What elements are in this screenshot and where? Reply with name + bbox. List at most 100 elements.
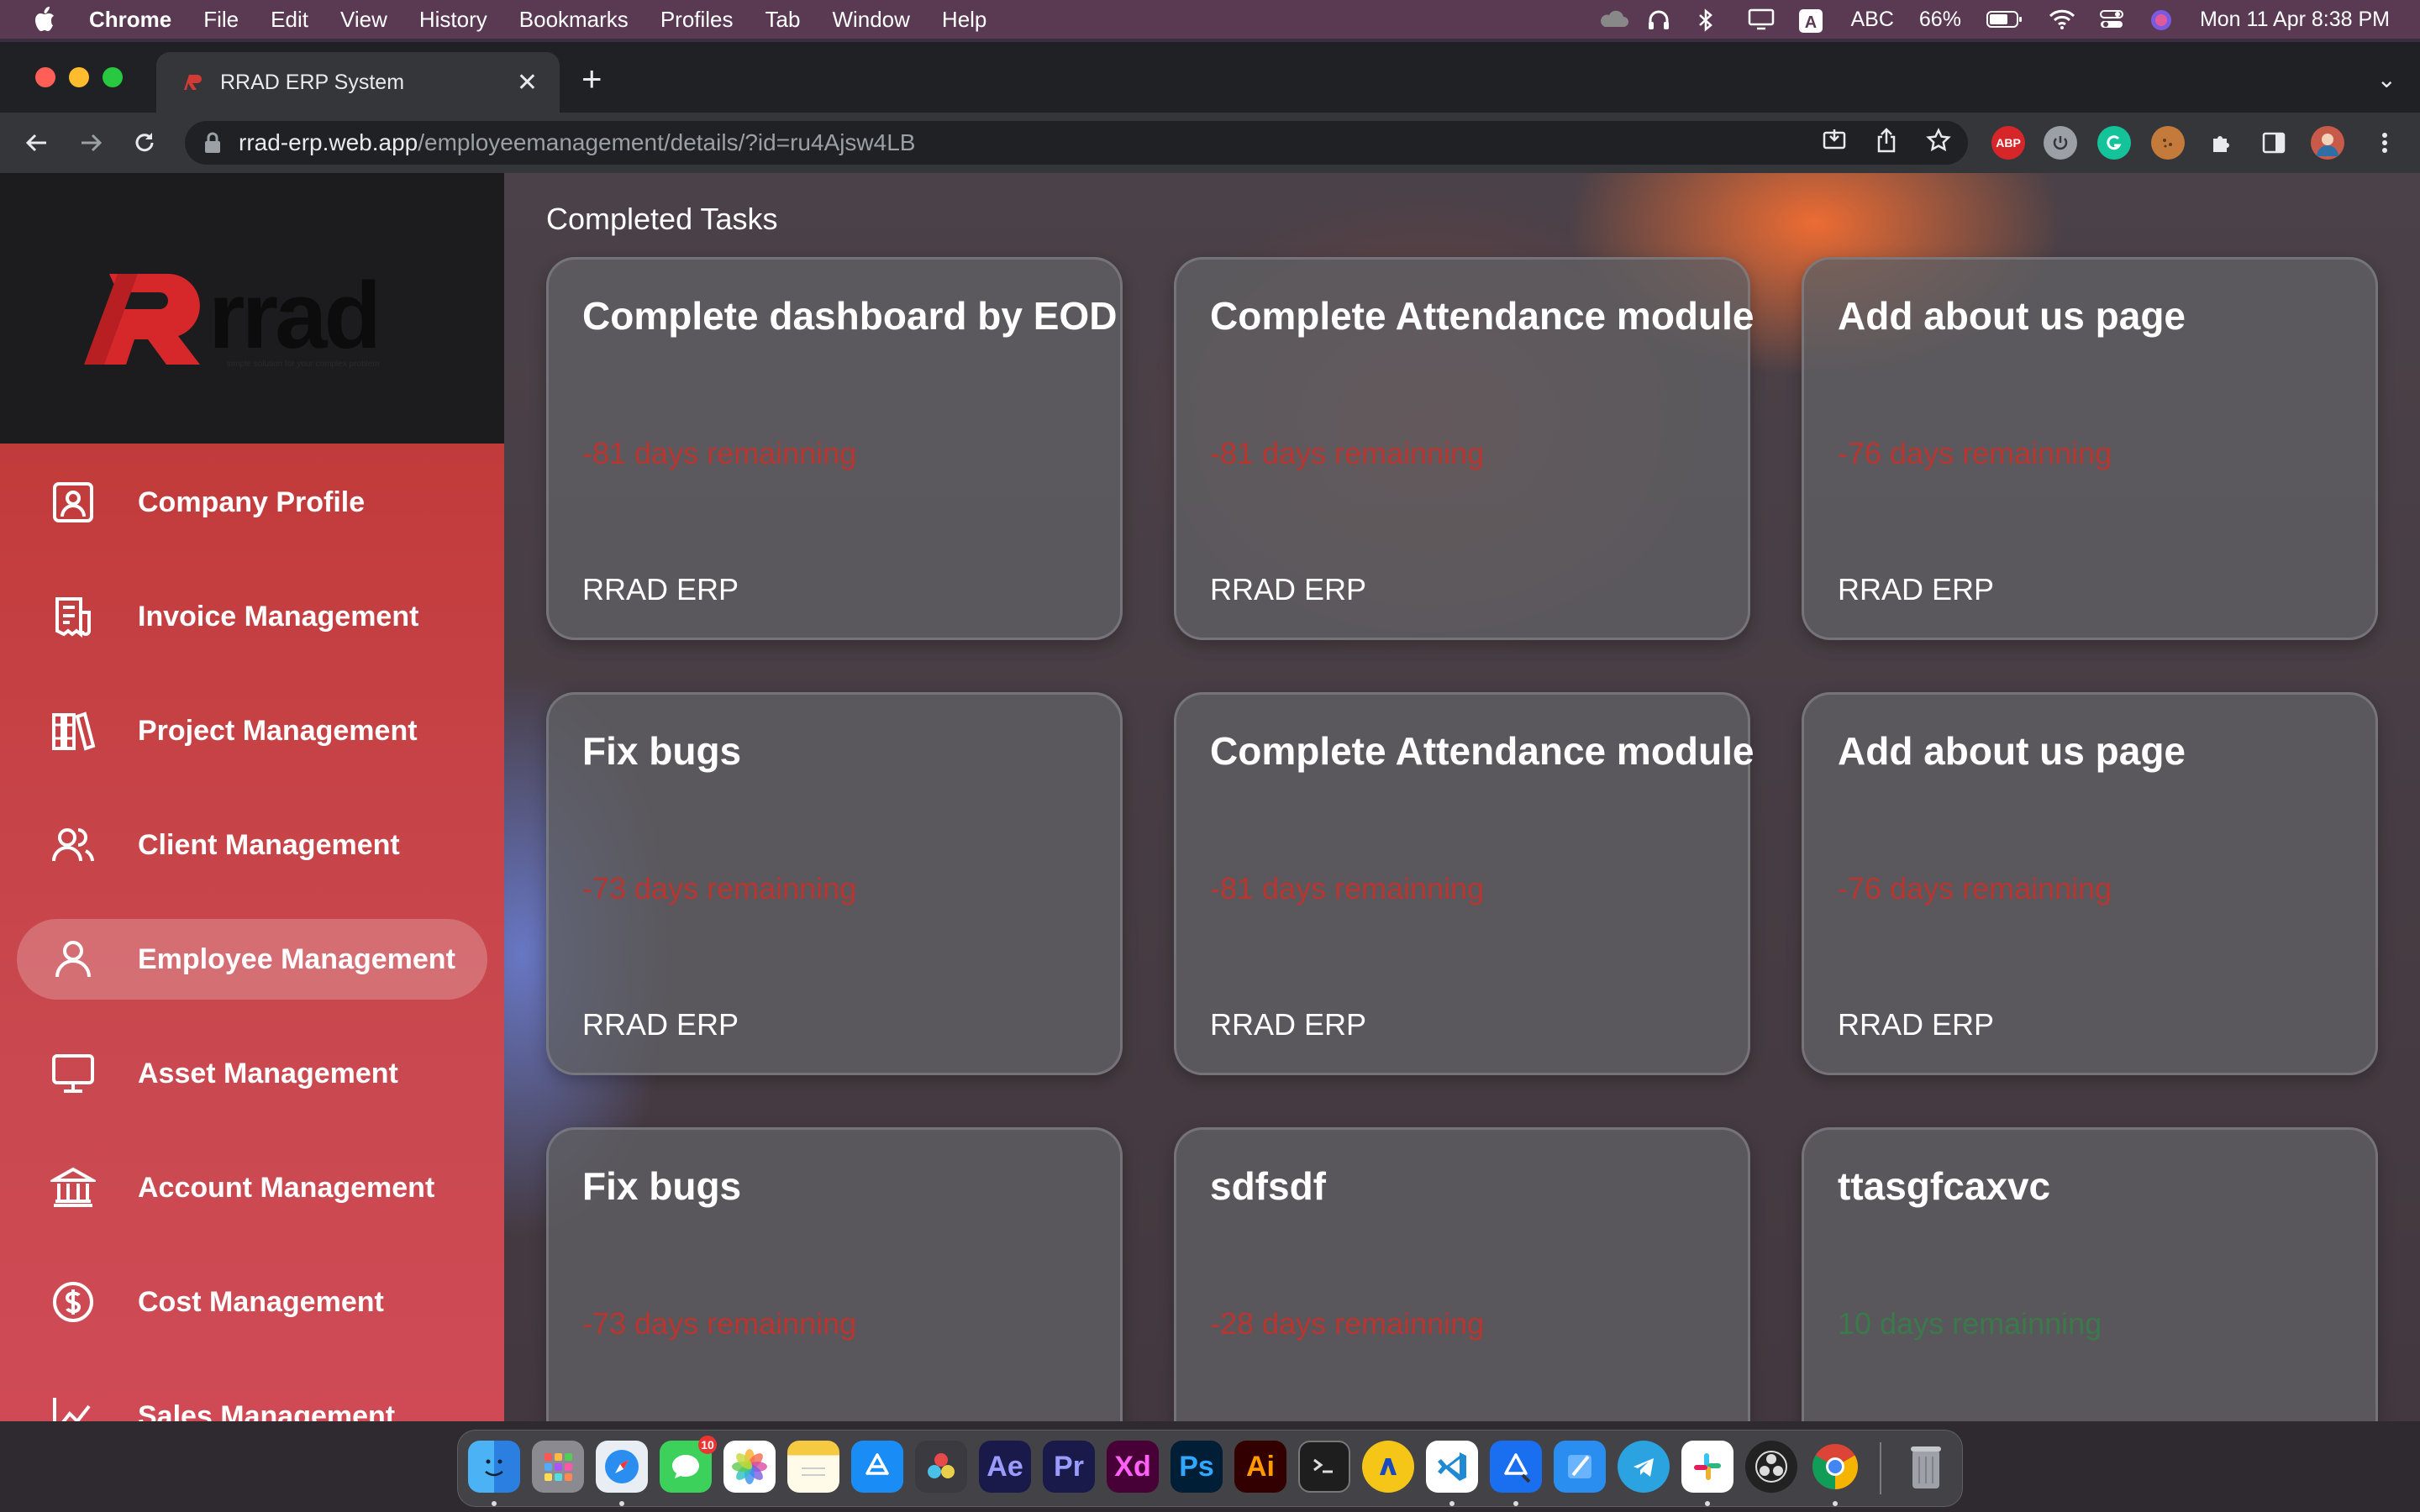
cookie-extension-icon[interactable] <box>2151 126 2185 160</box>
menu-tab[interactable]: Tab <box>765 7 801 33</box>
wifi-icon[interactable] <box>2049 8 2075 30</box>
task-days-remaining: -73 days remainning <box>582 1306 857 1341</box>
rrad-logo[interactable]: rrad simple solution for your complex pr… <box>84 257 454 375</box>
tab-close-icon[interactable]: ✕ <box>517 68 538 97</box>
task-project: RRAD ERP <box>1838 572 1995 606</box>
sidebar-item-asset-management[interactable]: Asset Management <box>17 1033 487 1114</box>
lock-icon[interactable] <box>203 132 222 154</box>
task-card[interactable]: Complete Attendance module -81 days rema… <box>1174 257 1754 640</box>
display-icon[interactable] <box>1748 8 1775 30</box>
menu-bookmarks[interactable]: Bookmarks <box>519 7 629 33</box>
notes-icon[interactable] <box>787 1441 839 1493</box>
telegram-icon[interactable] <box>1618 1441 1670 1493</box>
grammarly-icon[interactable] <box>2097 126 2131 160</box>
battery-percent: 66% <box>1918 7 1961 31</box>
menu-edit[interactable]: Edit <box>271 7 308 33</box>
profile-card-icon <box>53 482 93 522</box>
mail-fetch-icon[interactable] <box>1362 1441 1414 1493</box>
obs-icon[interactable] <box>1745 1441 1797 1493</box>
after-effects-icon[interactable]: Ae <box>979 1441 1031 1493</box>
install-app-icon[interactable] <box>1822 128 1847 159</box>
task-card[interactable]: sdfsdf -28 days remainning <box>1174 1127 1750 1421</box>
task-card[interactable]: Add about us page -76 days remainning RR… <box>1802 692 2378 1075</box>
menu-window[interactable]: Window <box>832 7 909 33</box>
extensions-puzzle-icon[interactable] <box>2205 126 2238 160</box>
menu-view[interactable]: View <box>340 7 387 33</box>
menu-help[interactable]: Help <box>942 7 986 33</box>
bookmark-star-icon[interactable] <box>1926 127 1951 159</box>
sidebar-item-client-management[interactable]: Client Management <box>17 805 487 885</box>
share-icon[interactable] <box>1876 127 1897 159</box>
siri-icon[interactable] <box>2149 8 2175 30</box>
photoshop-icon[interactable]: Ps <box>1171 1441 1223 1493</box>
task-title: Add about us page <box>1838 729 2186 773</box>
sidebar-item-invoice-management[interactable]: Invoice Management <box>17 576 487 657</box>
xcode-icon[interactable] <box>1554 1441 1606 1493</box>
finder-icon[interactable] <box>468 1441 520 1493</box>
launchpad-icon[interactable] <box>532 1441 584 1493</box>
task-card[interactable]: Add about us page -76 days remainning RR… <box>1802 257 2378 640</box>
vscode-icon[interactable] <box>1426 1441 1478 1493</box>
sidebar-item-account-management[interactable]: Account Management <box>17 1147 487 1228</box>
task-card[interactable]: Fix bugs -73 days remainning <box>546 1127 1123 1421</box>
sidebar-item-company-profile[interactable]: Company Profile <box>17 462 487 543</box>
terminal-icon[interactable] <box>1298 1441 1350 1493</box>
control-center-icon[interactable] <box>2099 8 2124 30</box>
menu-profiles[interactable]: Profiles <box>660 7 734 33</box>
window-minimize-button[interactable] <box>69 67 89 87</box>
menu-history[interactable]: History <box>419 7 487 33</box>
tab-rrad-erp[interactable]: RRAD ERP System ✕ <box>156 52 560 113</box>
task-title: Complete Attendance module <box>1210 294 1754 338</box>
safari-icon[interactable] <box>596 1441 648 1493</box>
sidebar-item-project-management[interactable]: Project Management <box>17 690 487 771</box>
bluetooth-icon[interactable] <box>1697 8 1723 32</box>
task-card[interactable]: Complete dashboard by EOD -81 days remai… <box>546 257 1123 640</box>
sidebar-item-label: Cost Management <box>138 1285 384 1318</box>
input-source-label[interactable]: ABC <box>1850 8 1893 32</box>
forward-button[interactable] <box>74 126 108 160</box>
side-panel-icon[interactable] <box>2257 126 2291 160</box>
address-bar[interactable]: rrad-erp.web.app /employeemanagement/det… <box>185 121 1968 165</box>
menubar-datetime[interactable]: Mon 11 Apr 8:38 PM <box>2200 8 2390 32</box>
adblock-plus-icon[interactable]: ABP <box>1991 126 2025 160</box>
back-button[interactable] <box>20 126 54 160</box>
slack-icon[interactable] <box>1681 1441 1733 1493</box>
menu-file[interactable]: File <box>203 7 239 33</box>
reload-button[interactable] <box>128 126 161 160</box>
task-project: RRAD ERP <box>1210 1007 1367 1042</box>
premiere-pro-icon[interactable]: Pr <box>1043 1441 1095 1493</box>
power-extension-icon[interactable] <box>2044 126 2077 160</box>
cloud-icon[interactable] <box>1597 8 1629 30</box>
apple-icon[interactable] <box>30 5 59 34</box>
tab-search-chevron-icon[interactable]: ⌄ <box>2377 66 2396 93</box>
task-title: ttasgfcaxvc <box>1838 1164 2051 1208</box>
window-close-button[interactable] <box>35 67 55 87</box>
new-tab-button[interactable]: + <box>581 59 602 99</box>
headphones-icon[interactable] <box>1647 8 1672 30</box>
browser-tab-strip: RRAD ERP System ✕ + ⌄ <box>0 42 2420 113</box>
davinci-resolve-icon[interactable] <box>915 1441 967 1493</box>
sidebar-item-sales-management[interactable]: Sales Management <box>17 1376 487 1421</box>
sidebar-item-employee-management[interactable]: Employee Management <box>17 919 487 1000</box>
sidebar-item-cost-management[interactable]: Cost Management <box>17 1262 487 1342</box>
books-icon <box>52 711 96 751</box>
task-card[interactable]: Fix bugs -73 days remainning RRAD ERP <box>546 692 1123 1075</box>
xcode-instruments-icon[interactable] <box>1490 1441 1542 1493</box>
app-store-icon[interactable] <box>851 1441 903 1493</box>
menu-app-name[interactable]: Chrome <box>89 7 171 33</box>
window-zoom-button[interactable] <box>103 67 123 87</box>
photos-icon[interactable] <box>723 1441 776 1493</box>
input-source-icon[interactable]: A <box>1798 8 1825 33</box>
adobe-xd-icon[interactable]: Xd <box>1107 1441 1159 1493</box>
task-card[interactable]: Complete Attendance module -81 days rema… <box>1174 692 1754 1075</box>
messages-icon[interactable]: 10 <box>660 1436 717 1493</box>
macos-menu-bar: Chrome File Edit View History Bookmarks … <box>0 0 2420 39</box>
running-indicator <box>1705 1501 1710 1506</box>
trash-icon[interactable] <box>1900 1441 1952 1493</box>
chrome-menu-icon[interactable] <box>2368 126 2402 160</box>
illustrator-icon[interactable]: Ai <box>1234 1441 1286 1493</box>
task-card[interactable]: ttasgfcaxvc 10 days remainning <box>1802 1127 2378 1421</box>
battery-icon[interactable] <box>1986 8 2023 30</box>
chrome-icon[interactable] <box>1809 1441 1861 1493</box>
profile-avatar[interactable] <box>2311 126 2344 160</box>
